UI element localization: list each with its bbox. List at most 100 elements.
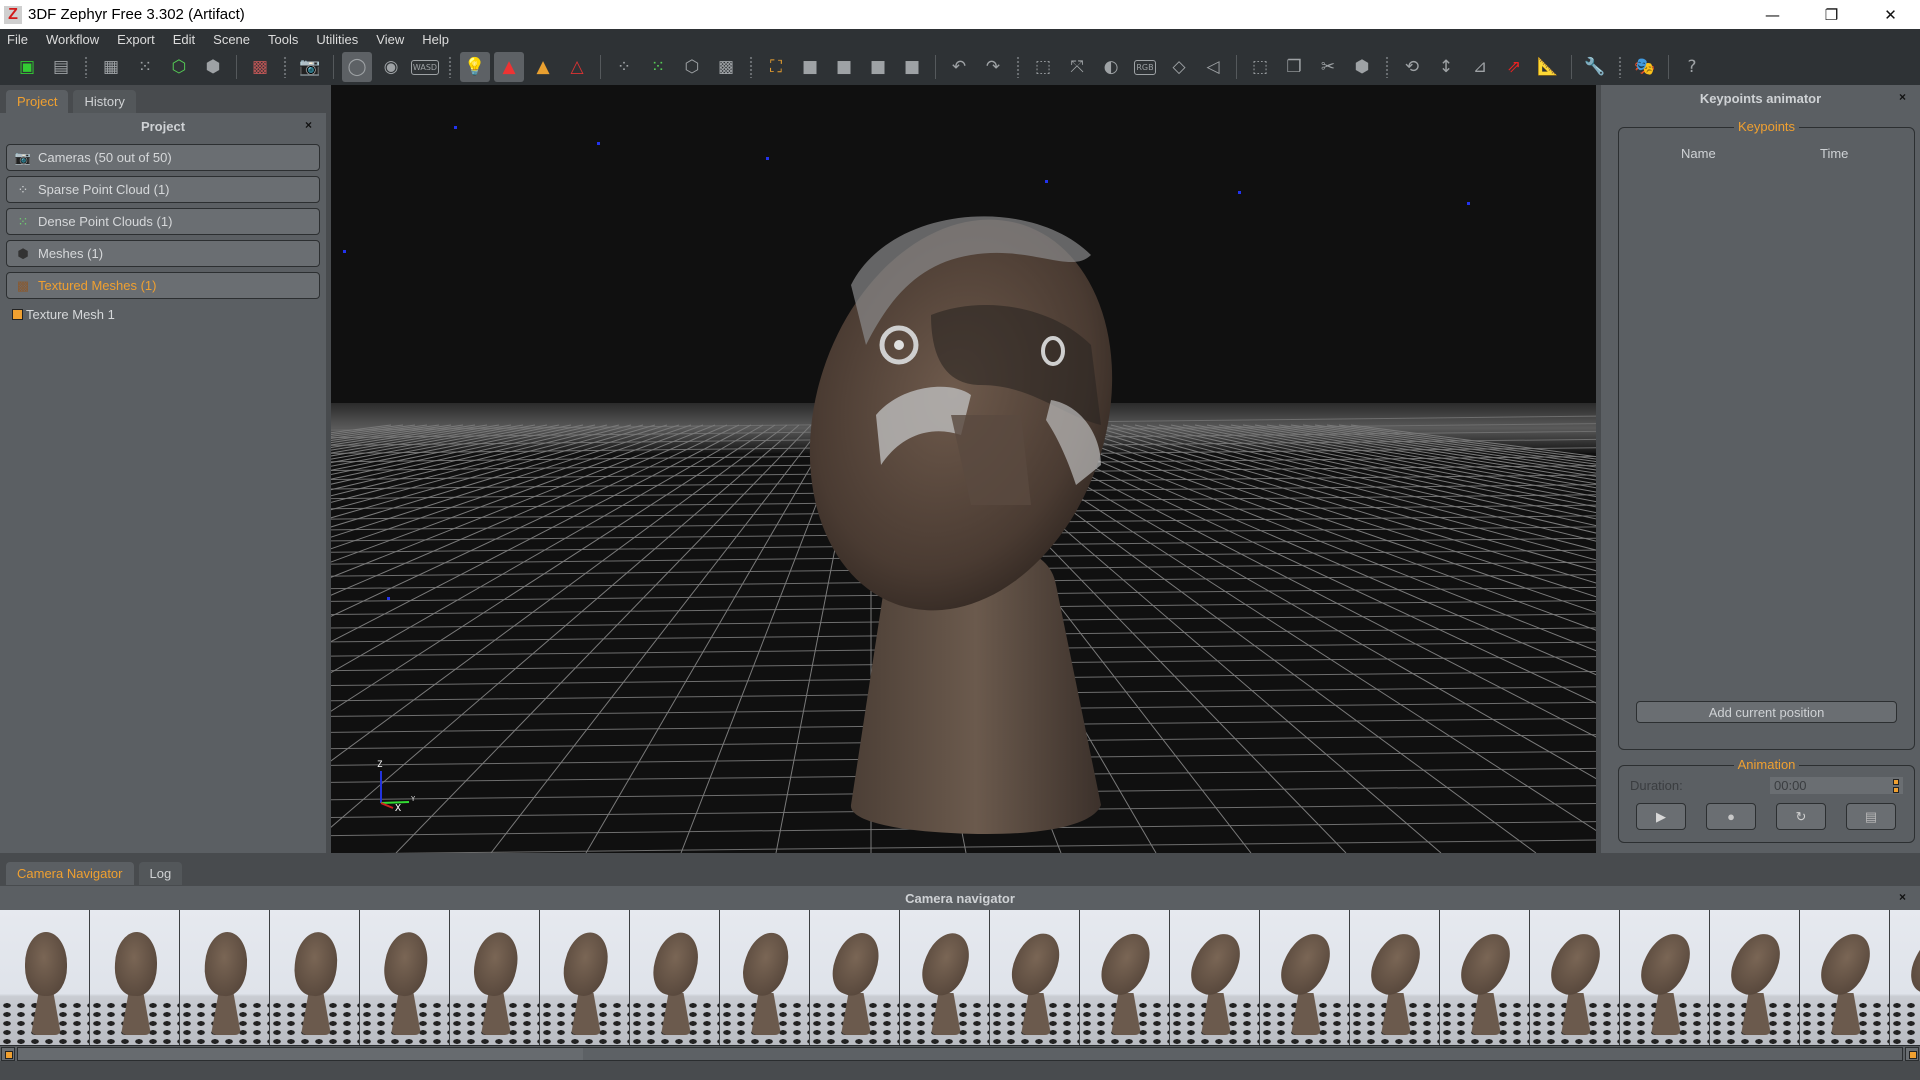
- camera-thumbnail[interactable]: [270, 910, 360, 1045]
- camera-thumbnail[interactable]: [180, 910, 270, 1045]
- menu-file[interactable]: File: [7, 32, 28, 47]
- camera-thumbnail[interactable]: [990, 910, 1080, 1045]
- project-item-dense-point-clouds[interactable]: ⁙ Dense Point Clouds (1): [6, 208, 320, 235]
- project-item-cameras[interactable]: 📷 Cameras (50 out of 50): [6, 144, 320, 171]
- axis-gizmo-button[interactable]: ⇗: [1499, 52, 1529, 82]
- camera-thumbnail[interactable]: [1890, 910, 1920, 1045]
- duration-field[interactable]: 00:00: [1770, 777, 1903, 794]
- menu-export[interactable]: Export: [117, 32, 155, 47]
- camera-thumbnail[interactable]: [1080, 910, 1170, 1045]
- camera-thumbnail[interactable]: [90, 910, 180, 1045]
- camera-thumbnail[interactable]: [360, 910, 450, 1045]
- measure-angle-button[interactable]: ⊿: [1465, 52, 1495, 82]
- project-item-sparse-point-cloud[interactable]: ⁘ Sparse Point Cloud (1): [6, 176, 320, 203]
- show-textured-mesh-button[interactable]: ▩: [245, 52, 275, 82]
- orbit-navigation-button[interactable]: ◯: [342, 52, 372, 82]
- scroll-track[interactable]: [17, 1047, 1903, 1061]
- menu-view[interactable]: View: [376, 32, 404, 47]
- visibility-checkbox[interactable]: [12, 309, 23, 320]
- rotate-gizmo-button[interactable]: ⟲: [1397, 52, 1427, 82]
- measure-distance-button[interactable]: ↕: [1431, 52, 1461, 82]
- textured-box-button[interactable]: ▩: [711, 52, 741, 82]
- textured-mesh-model[interactable]: [761, 180, 1160, 835]
- minimize-button[interactable]: —: [1743, 0, 1802, 29]
- show-dense-cloud-button[interactable]: ⬡: [164, 52, 194, 82]
- close-window-button[interactable]: ✕: [1861, 0, 1920, 29]
- scroll-left-button[interactable]: [1, 1047, 15, 1061]
- camera-thumbnail[interactable]: [1530, 910, 1620, 1045]
- menu-edit[interactable]: Edit: [173, 32, 195, 47]
- horizontal-scrollbar[interactable]: [0, 1045, 1920, 1061]
- select-clear-button[interactable]: ■: [897, 52, 927, 82]
- play-button[interactable]: ▶: [1636, 803, 1686, 830]
- screenshot-camera-button[interactable]: 📷: [295, 52, 325, 82]
- redo-button[interactable]: ↷: [978, 52, 1008, 82]
- tab-history[interactable]: History: [73, 90, 136, 113]
- loop-button[interactable]: ↻: [1776, 803, 1826, 830]
- menu-tools[interactable]: Tools: [268, 32, 298, 47]
- shading-mode-button[interactable]: ▲: [528, 52, 558, 82]
- spin-down-icon[interactable]: [1893, 787, 1899, 793]
- camera-thumbnail[interactable]: [1440, 910, 1530, 1045]
- project-item-meshes[interactable]: ⬢ Meshes (1): [6, 240, 320, 267]
- camera-thumbnail[interactable]: [1620, 910, 1710, 1045]
- camera-thumbnail[interactable]: [1710, 910, 1800, 1045]
- spin-up-icon[interactable]: [1893, 779, 1899, 785]
- close-icon[interactable]: ×: [1899, 90, 1906, 104]
- viewport-canvas[interactable]: Z X Y: [331, 85, 1596, 853]
- tab-camera-navigator[interactable]: Camera Navigator: [6, 862, 134, 885]
- tab-log[interactable]: Log: [138, 862, 183, 885]
- export-video-button[interactable]: ▤: [1846, 803, 1896, 830]
- menu-utilities[interactable]: Utilities: [316, 32, 358, 47]
- keypoints-list[interactable]: [1623, 168, 1910, 688]
- pivot-navigation-button[interactable]: ◉: [376, 52, 406, 82]
- wasd-navigation-button[interactable]: WASD: [410, 52, 440, 82]
- lighting-button[interactable]: 💡: [460, 52, 490, 82]
- column-header-name[interactable]: Name: [1681, 146, 1716, 161]
- bounding-box-button[interactable]: ⬢: [1347, 52, 1377, 82]
- 3d-viewport[interactable]: Z X Y: [331, 85, 1596, 853]
- save-project-button[interactable]: ▤: [46, 52, 76, 82]
- select-search-button[interactable]: ■: [863, 52, 893, 82]
- cut-selection-button[interactable]: ✂: [1313, 52, 1343, 82]
- camera-thumbnail[interactable]: [0, 910, 90, 1045]
- add-current-position-button[interactable]: Add current position: [1636, 701, 1897, 723]
- help-button[interactable]: ?: [1677, 52, 1707, 82]
- select-diamond-button[interactable]: ◇: [1164, 52, 1194, 82]
- project-item-textured-meshes[interactable]: ▩ Textured Meshes (1): [6, 272, 320, 299]
- restore-button[interactable]: ❐: [1802, 0, 1861, 29]
- camera-thumbnail[interactable]: [1350, 910, 1440, 1045]
- copy-selection-button[interactable]: ❐: [1279, 52, 1309, 82]
- vertex-colors-button[interactable]: ▲: [494, 52, 524, 82]
- show-sparse-cloud-button[interactable]: ⁙: [130, 52, 160, 82]
- menu-scene[interactable]: Scene: [213, 32, 250, 47]
- sparse-points-button[interactable]: ⁘: [609, 52, 639, 82]
- color-select-button[interactable]: RGB: [1130, 52, 1160, 82]
- camera-thumbnail[interactable]: [1170, 910, 1260, 1045]
- dense-points-button[interactable]: ⁙: [643, 52, 673, 82]
- tab-project[interactable]: Project: [6, 90, 69, 113]
- delete-selection-button[interactable]: ⬚: [1245, 52, 1275, 82]
- mask-button[interactable]: 🎭: [1630, 52, 1660, 82]
- record-button[interactable]: ●: [1706, 803, 1756, 830]
- tools-wrench-button[interactable]: 🔧: [1580, 52, 1610, 82]
- select-add-button[interactable]: ■: [795, 52, 825, 82]
- select-triangle-button[interactable]: ◁: [1198, 52, 1228, 82]
- lock-selection-button[interactable]: ⛶: [761, 52, 791, 82]
- scroll-right-button[interactable]: [1905, 1047, 1919, 1061]
- mesh-box-button[interactable]: ⬡: [677, 52, 707, 82]
- menu-workflow[interactable]: Workflow: [46, 32, 99, 47]
- camera-thumbnail[interactable]: [720, 910, 810, 1045]
- invert-selection-button[interactable]: ◐: [1096, 52, 1126, 82]
- ruler-button[interactable]: 📐: [1533, 52, 1563, 82]
- camera-thumbnail[interactable]: [1260, 910, 1350, 1045]
- tree-item-texture-mesh[interactable]: Texture Mesh 1: [12, 307, 326, 322]
- undo-button[interactable]: ↶: [944, 52, 974, 82]
- camera-thumbnail[interactable]: [540, 910, 630, 1045]
- camera-thumbnail[interactable]: [810, 910, 900, 1045]
- camera-thumbnail[interactable]: [630, 910, 720, 1045]
- show-cameras-button[interactable]: ▦: [96, 52, 126, 82]
- select-remove-button[interactable]: ■: [829, 52, 859, 82]
- close-icon[interactable]: ×: [1899, 890, 1906, 904]
- camera-thumbnail[interactable]: [1800, 910, 1890, 1045]
